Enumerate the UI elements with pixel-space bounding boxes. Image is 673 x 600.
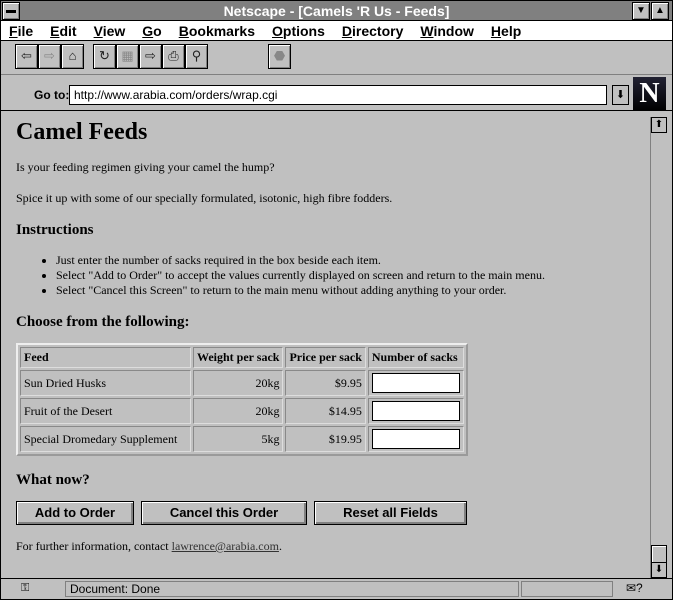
scroll-up-icon[interactable]: ⬆: [651, 117, 667, 133]
page-title: Camel Feeds: [16, 119, 148, 145]
contact-email-link[interactable]: lawrence@arabia.com: [172, 539, 279, 553]
table-row: Fruit of the Desert 20kg $14.95: [20, 398, 464, 424]
security-key-icon: ⚿: [21, 582, 30, 594]
vertical-scrollbar[interactable]: ⬆ ⬇: [650, 117, 667, 578]
status-bar: ⚿ Document: Done ✉?: [1, 578, 672, 599]
footer-end: .: [278, 539, 282, 553]
maximize-button[interactable]: ▲: [651, 2, 669, 20]
cancel-order-button[interactable]: Cancel this Order: [141, 501, 307, 525]
feed-weight: 20kg: [193, 370, 284, 396]
instructions-heading: Instructions: [16, 222, 94, 238]
menu-bar: File Edit View Go Bookmarks Options Dire…: [1, 21, 672, 41]
scroll-down-icon[interactable]: ⬇: [651, 562, 667, 578]
feed-name: Sun Dried Husks: [20, 370, 191, 396]
home-icon[interactable]: ⌂: [61, 44, 84, 69]
url-dropdown-icon[interactable]: ⬇: [612, 85, 629, 105]
netscape-logo: N: [633, 77, 666, 111]
footer: For further information, contact lawrenc…: [16, 539, 635, 554]
reset-fields-button[interactable]: Reset all Fields: [314, 501, 467, 525]
open-icon[interactable]: ⇨: [139, 44, 162, 69]
feed-weight: 20kg: [193, 398, 284, 424]
menu-options[interactable]: Options: [272, 21, 325, 40]
footer-text: For further information, contact: [16, 539, 172, 553]
menu-help[interactable]: Help: [491, 21, 521, 40]
feed-price: $14.95: [285, 398, 366, 424]
menu-file[interactable]: File: [9, 21, 33, 40]
url-input[interactable]: http://www.arabia.com/orders/wrap.cgi: [69, 85, 607, 105]
table-row: Sun Dried Husks 20kg $9.95: [20, 370, 464, 396]
stop-icon[interactable]: ⬣: [268, 44, 291, 69]
find-icon[interactable]: ⚲: [185, 44, 208, 69]
menu-directory[interactable]: Directory: [342, 21, 403, 40]
mail-icon[interactable]: ✉?: [626, 581, 643, 595]
window-title: Netscape - [Camels 'R Us - Feeds]: [223, 3, 450, 19]
header-number: Number of sacks: [367, 347, 464, 368]
header-weight: Weight per sack: [193, 347, 284, 368]
images-icon[interactable]: ▦: [116, 44, 139, 69]
menu-view[interactable]: View: [94, 21, 126, 40]
feed-price: $19.95: [285, 426, 366, 452]
feeds-table: Feed Weight per sack Price per sack Numb…: [16, 343, 468, 456]
instruction-item: Select "Add to Order" to accept the valu…: [56, 268, 635, 283]
system-menu-button[interactable]: ▬: [2, 2, 20, 20]
sacks-input[interactable]: [371, 401, 460, 421]
status-text: Document: Done: [65, 581, 519, 597]
what-now-heading: What now?: [16, 472, 90, 488]
instructions-list: Just enter the number of sacks required …: [56, 253, 635, 298]
menu-bookmarks[interactable]: Bookmarks: [179, 21, 255, 40]
feed-name: Fruit of the Desert: [20, 398, 191, 424]
title-bar: Netscape - [Camels 'R Us - Feeds]: [1, 1, 672, 21]
add-to-order-button[interactable]: Add to Order: [16, 501, 134, 525]
header-price: Price per sack: [285, 347, 366, 368]
table-row: Special Dromedary Supplement 5kg $19.95: [20, 426, 464, 452]
print-icon[interactable]: ⎙: [162, 44, 185, 69]
header-feed: Feed: [20, 347, 191, 368]
instruction-item: Just enter the number of sacks required …: [56, 253, 635, 268]
sacks-input[interactable]: [371, 429, 460, 449]
sacks-input[interactable]: [371, 373, 460, 393]
menu-go[interactable]: Go: [142, 21, 161, 40]
menu-edit[interactable]: Edit: [50, 21, 76, 40]
intro-text-2: Spice it up with some of our specially f…: [16, 191, 393, 205]
page-content: Camel Feeds Is your feeding regimen givi…: [1, 111, 650, 578]
minimize-button[interactable]: ▼: [632, 2, 650, 20]
feed-weight: 5kg: [193, 426, 284, 452]
scroll-thumb[interactable]: [651, 545, 667, 563]
reload-icon[interactable]: ↻: [93, 44, 116, 69]
intro-text-1: Is your feeding regimen giving your came…: [16, 160, 275, 174]
feed-name: Special Dromedary Supplement: [20, 426, 191, 452]
table-header-row: Feed Weight per sack Price per sack Numb…: [20, 347, 464, 368]
instruction-item: Select "Cancel this Screen" to return to…: [56, 283, 635, 298]
feed-price: $9.95: [285, 370, 366, 396]
goto-label: Go to:: [34, 88, 70, 102]
choose-heading: Choose from the following:: [16, 314, 190, 330]
progress-box: [521, 581, 613, 597]
forward-icon[interactable]: ⇨: [38, 44, 61, 69]
menu-window[interactable]: Window: [420, 21, 474, 40]
location-bar: Go to: http://www.arabia.com/orders/wrap…: [1, 74, 672, 111]
back-icon[interactable]: ⇦: [15, 44, 38, 69]
